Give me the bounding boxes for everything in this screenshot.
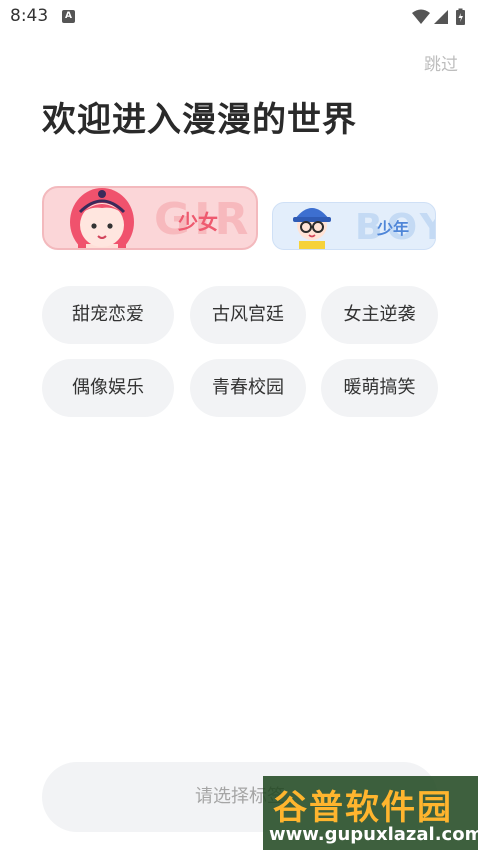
- girl-label: 少女: [178, 210, 218, 234]
- watermark-title: 谷普软件园: [273, 788, 453, 828]
- battery-icon: [456, 8, 465, 25]
- status-bar: 8:43 A: [0, 0, 480, 34]
- tag-item[interactable]: 青春校园: [190, 359, 306, 417]
- gender-option-boy[interactable]: BOY 少年: [272, 202, 436, 250]
- tag-item[interactable]: 女主逆袭: [321, 286, 438, 344]
- gender-selector: GIRL 少女 BOY: [42, 186, 442, 256]
- notification-icon: A: [62, 10, 75, 23]
- status-time: 8:43: [10, 6, 49, 26]
- gender-option-girl[interactable]: GIRL 少女: [42, 186, 258, 250]
- tag-item[interactable]: 甜宠恋爱: [42, 286, 174, 344]
- watermark: 谷普软件园 www.gupuxlazal.com: [263, 776, 478, 850]
- skip-button[interactable]: 跳过: [424, 50, 458, 75]
- tag-item[interactable]: 偶像娱乐: [42, 359, 174, 417]
- boy-avatar-icon: [287, 203, 337, 249]
- watermark-url: www.gupuxlazal.com: [269, 824, 478, 845]
- wifi-icon: [412, 9, 430, 24]
- signal-icon: [434, 10, 448, 24]
- tag-item[interactable]: 古风宫廷: [190, 286, 306, 344]
- tag-item[interactable]: 暖萌搞笑: [321, 359, 438, 417]
- status-icons: [410, 8, 472, 26]
- boy-label: 少年: [377, 219, 410, 238]
- page-title: 欢迎进入漫漫的世界: [42, 100, 357, 140]
- girl-avatar-icon: [64, 188, 140, 248]
